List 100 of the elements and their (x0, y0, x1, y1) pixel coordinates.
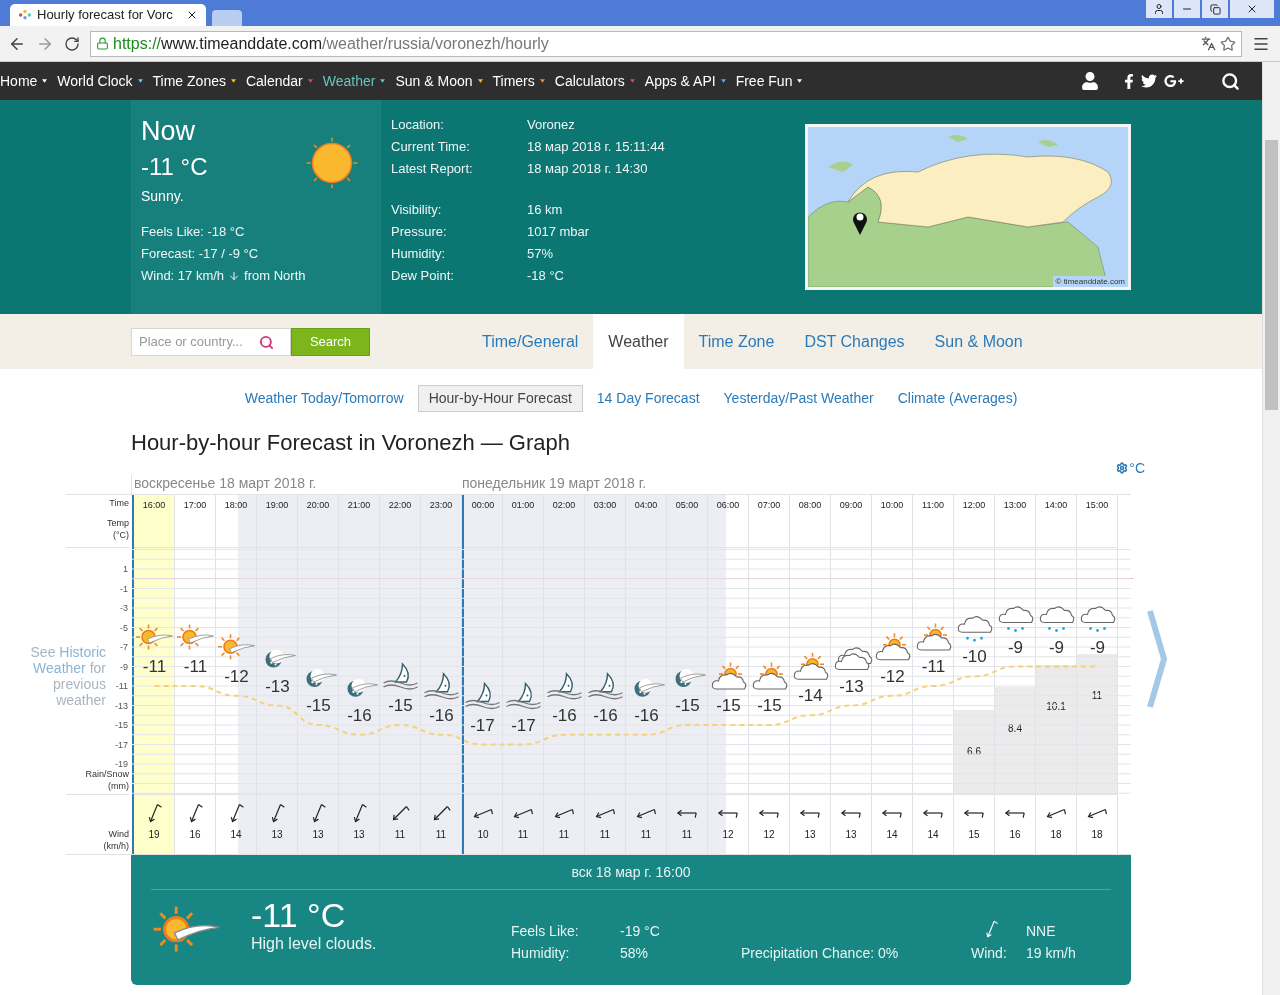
translate-icon[interactable] (1201, 36, 1216, 51)
detail-value: -18 °C (527, 267, 564, 285)
section-tab[interactable]: Time/General (467, 314, 594, 369)
nav-link[interactable]: Weather (322, 70, 376, 92)
hour-label: 19:00 (265, 499, 289, 511)
detail-label: Location: (391, 116, 445, 134)
wind-speed-value: 18 (1091, 828, 1103, 842)
hour-label: 21:00 (347, 499, 371, 511)
selected-hour-date: вск 18 мар г. 16:00 (571, 862, 691, 882)
wind-direction: from North (244, 267, 306, 285)
nav-link[interactable]: Calculators (554, 70, 625, 92)
restore-button[interactable] (1202, 0, 1228, 18)
facebook-icon[interactable] (1124, 73, 1134, 89)
wind-speed-value: 16 (189, 828, 201, 842)
section-tab[interactable]: Time Zone (683, 314, 790, 369)
close-icon (1246, 3, 1258, 15)
bookmark-star-icon[interactable] (1220, 35, 1236, 52)
hour-label: 14:00 (1044, 499, 1068, 511)
nav-link[interactable]: Timers (492, 70, 535, 92)
detail-value: 19 km/h (1026, 944, 1076, 963)
nav-link[interactable]: World Clock (57, 70, 133, 92)
temperature-label: -15 (306, 696, 331, 715)
user-icon (1153, 3, 1165, 15)
temperature-label: -16 (429, 705, 454, 725)
detail-value: Voronez (527, 116, 575, 134)
date-label: понедельник 19 март 2018 г. (461, 474, 647, 493)
sub-tab[interactable]: Climate (Averages) (887, 385, 1028, 412)
temperature-label: -17 (470, 715, 495, 735)
hour-label: 10:00 (880, 499, 904, 511)
detail-value: -19 °C (620, 922, 661, 941)
sub-tab[interactable]: Weather Today/Tomorrow (234, 385, 414, 412)
y-tick-label: -15 (115, 720, 128, 730)
wind-speed-value: 14 (927, 828, 939, 842)
arrow-down-icon (228, 269, 241, 283)
search-icon[interactable] (1221, 71, 1240, 91)
unit-settings-button[interactable]: °C (1116, 461, 1145, 475)
now-title: Now (141, 115, 196, 148)
user-icon[interactable] (1081, 72, 1099, 90)
y-tick-label: -3 (120, 603, 128, 613)
hour-label: 13:00 (1003, 499, 1027, 511)
hour-label: 16:00 (142, 499, 166, 511)
temperature-label: -15 (675, 696, 700, 715)
hour-label: 04:00 (634, 499, 658, 511)
profile-button[interactable] (1146, 0, 1172, 18)
hour-label: 23:00 (429, 499, 453, 511)
twitter-icon[interactable] (1141, 73, 1157, 89)
reload-icon[interactable] (64, 35, 80, 52)
sub-tab[interactable]: 14 Day Forecast (586, 385, 710, 412)
temperature-label: -12 (224, 666, 249, 686)
temperature-label: -12 (880, 666, 905, 686)
temperature-label: -16 (552, 705, 577, 725)
section-tab[interactable]: Weather (593, 314, 684, 369)
detail-label: Pressure: (391, 223, 448, 241)
wind-speed-value: 11 (640, 828, 652, 842)
y-tick-label: -17 (115, 739, 128, 750)
y-tick-label: -5 (120, 622, 128, 633)
close-icon[interactable] (186, 9, 198, 21)
wind-speed-value: 14 (886, 828, 898, 842)
scrollbar[interactable] (1262, 62, 1280, 995)
wind-speed: Wind: 17 km/h (141, 267, 225, 285)
chevron-right-icon (1147, 609, 1167, 709)
hour-label: 11:00 (922, 499, 944, 511)
wind-speed-value: 18 (1050, 828, 1062, 842)
hour-label: 00:00 (471, 499, 495, 511)
address-bar[interactable]: https://www.timeanddate.com/weather/russia/voronezh/hourly (90, 30, 1242, 57)
section-tab[interactable]: DST Changes (789, 314, 920, 369)
precipitation-value: 8.4 (1008, 722, 1022, 735)
section-tab[interactable]: Sun & Moon (919, 314, 1038, 369)
precipitation-value: 6.6 (967, 745, 981, 758)
sub-tab[interactable]: Hour-by-Hour Forecast (417, 385, 583, 412)
wind-speed-value: 11 (394, 828, 406, 842)
y-tick-label: -9 (120, 661, 128, 672)
scrollbar-thumb[interactable] (1265, 140, 1278, 410)
nav-link[interactable]: Apps & API (644, 70, 716, 92)
nav-link[interactable]: Home (0, 70, 38, 92)
search-field[interactable]: Place or country... (131, 327, 291, 356)
location-map[interactable]: © timeanddate.com (805, 124, 1131, 290)
hour-label: 09:00 (839, 499, 863, 511)
condition-text: Sunny. (141, 187, 185, 206)
hour-label: 15:00 (1085, 499, 1109, 511)
selected-condition: High level clouds. (251, 934, 378, 954)
detail-label: Humidity: (391, 245, 447, 263)
url-text: https://www.timeanddate.com/weather/russia/voronezh/hourly (113, 33, 549, 54)
temperature-label: -13 (265, 676, 290, 696)
row-label: Wind (km/h) (102, 828, 129, 852)
browser-tab[interactable]: Hourly forecast for Vorc (10, 4, 206, 26)
nav-link[interactable]: Free Fun (735, 70, 793, 92)
sub-tab[interactable]: Yesterday/Past Weather (713, 385, 884, 412)
wind-speed-value: 10 (477, 828, 489, 842)
precipitation-value: 11 (1091, 689, 1103, 702)
wind-speed-value: 13 (804, 828, 816, 842)
row-label: Time (108, 497, 129, 510)
google-plus-icon[interactable] (1164, 73, 1184, 89)
temperature-label: -14 (798, 686, 823, 706)
nav-link[interactable]: Time Zones (152, 70, 226, 92)
hour-label: 01:00 (511, 499, 535, 511)
detail-value: 18 мар 2018 г. 14:30 (527, 160, 648, 178)
nav-link[interactable]: Sun & Moon (395, 70, 473, 92)
nav-link[interactable]: Calendar (245, 70, 303, 92)
detail-label: Latest Report: (391, 160, 474, 178)
